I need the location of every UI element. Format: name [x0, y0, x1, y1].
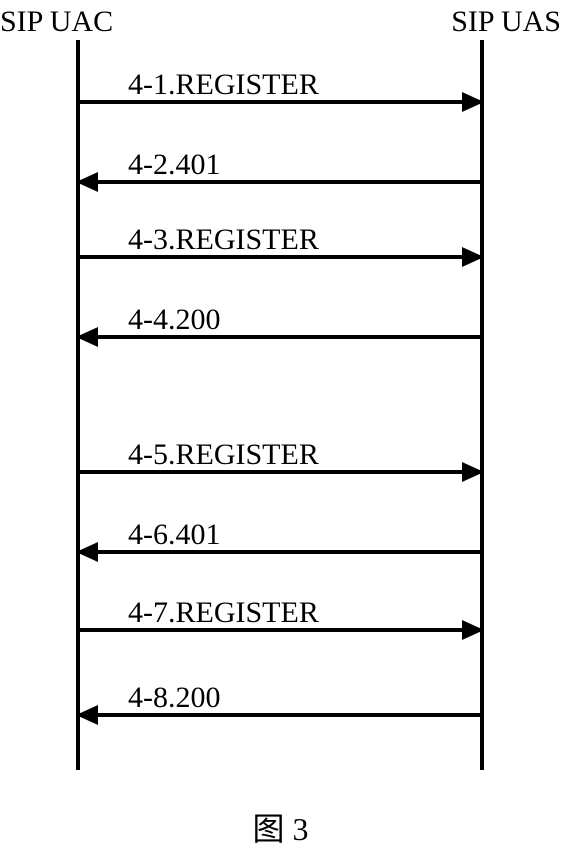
arrow-line	[78, 713, 482, 717]
message-8-label: 4-8.200	[128, 681, 221, 715]
arrow-right-icon	[462, 462, 484, 482]
message-1: 4-1.REGISTER	[78, 100, 482, 140]
message-8: 4-8.200	[78, 713, 482, 753]
message-5: 4-5.REGISTER	[78, 470, 482, 510]
arrow-left-icon	[76, 327, 98, 347]
message-6: 4-6.401	[78, 550, 482, 590]
message-2-label: 4-2.401	[128, 148, 221, 182]
message-3-label: 4-3.REGISTER	[128, 223, 319, 257]
actor-right-label: SIP UAS	[451, 5, 561, 39]
message-5-label: 4-5.REGISTER	[128, 438, 319, 472]
message-7-label: 4-7.REGISTER	[128, 596, 319, 630]
arrow-right-icon	[462, 620, 484, 640]
actor-left-label: SIP UAC	[0, 5, 113, 39]
arrow-right-icon	[462, 92, 484, 112]
message-1-label: 4-1.REGISTER	[128, 68, 319, 102]
arrow-line	[78, 550, 482, 554]
arrow-line	[78, 628, 482, 632]
arrow-line	[78, 255, 482, 259]
arrow-left-icon	[76, 542, 98, 562]
message-4: 4-4.200	[78, 335, 482, 375]
sequence-diagram: SIP UAC SIP UAS 4-1.REGISTER 4-2.401 4-3…	[0, 0, 561, 865]
arrow-right-icon	[462, 247, 484, 267]
arrow-line	[78, 100, 482, 104]
arrow-line	[78, 470, 482, 474]
message-3: 4-3.REGISTER	[78, 255, 482, 295]
message-4-label: 4-4.200	[128, 303, 221, 337]
message-7: 4-7.REGISTER	[78, 628, 482, 668]
arrow-left-icon	[76, 705, 98, 725]
message-2: 4-2.401	[78, 180, 482, 220]
arrow-line	[78, 180, 482, 184]
figure-caption: 图 3	[0, 804, 561, 850]
message-6-label: 4-6.401	[128, 518, 221, 552]
arrow-line	[78, 335, 482, 339]
arrow-left-icon	[76, 172, 98, 192]
